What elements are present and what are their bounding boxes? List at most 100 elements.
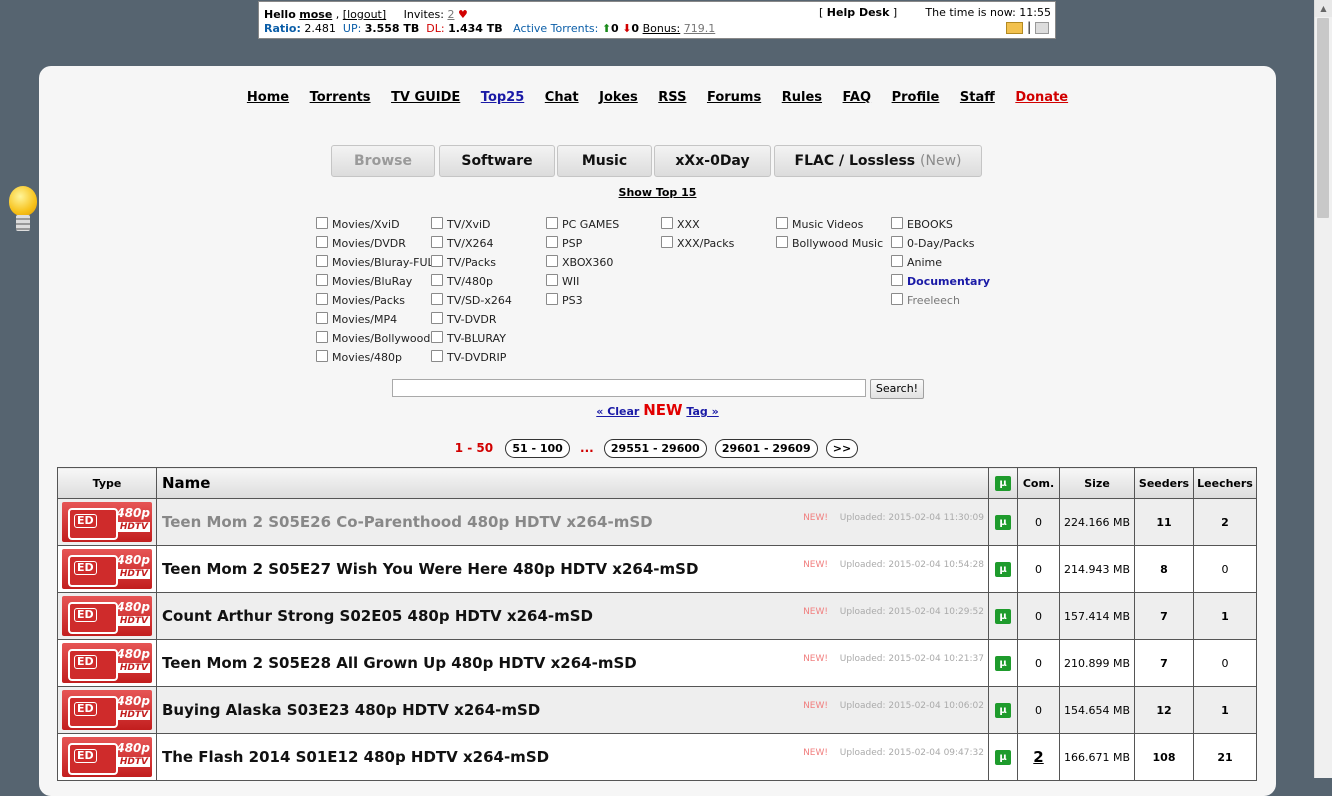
seeders-cell[interactable]: 8 (1134, 545, 1194, 593)
utorrent-download-icon[interactable]: µ (995, 514, 1011, 530)
checkbox[interactable] (776, 217, 788, 229)
category-option[interactable]: EBOOKS (891, 217, 990, 236)
seeders-cell[interactable]: 11 (1134, 498, 1194, 546)
clear-new-tag-link[interactable]: « Clear NEW Tag » (39, 401, 1276, 419)
category-option[interactable]: Movies/Bollywood (316, 331, 440, 350)
torrent-name-link[interactable]: Count Arthur Strong S02E05 480p HDTV x26… (162, 607, 593, 625)
checkbox[interactable] (316, 255, 328, 267)
nav-staff[interactable]: Staff (960, 90, 995, 105)
checkbox[interactable] (546, 274, 558, 286)
seeders-cell[interactable]: 7 (1134, 592, 1194, 640)
nav-faq[interactable]: FAQ (843, 90, 872, 105)
col-seeders[interactable]: Seeders (1134, 467, 1194, 499)
checkbox[interactable] (891, 293, 903, 305)
category-option[interactable]: TV/X264 (431, 236, 512, 255)
type-cell[interactable]: ED 480p HDTV (57, 592, 157, 640)
category-option[interactable]: PC GAMES (546, 217, 619, 236)
username-link[interactable]: mose (299, 8, 332, 21)
hdtv-480p-icon[interactable]: ED 480p HDTV (62, 690, 152, 730)
type-cell[interactable]: ED 480p HDTV (57, 686, 157, 734)
table-row[interactable]: ED 480p HDTV Teen Mom 2 S05E28 All Grown U… (57, 639, 1257, 687)
seeders-cell[interactable]: 12 (1134, 686, 1194, 734)
help-desk-link[interactable]: [ Help Desk ] (819, 6, 897, 19)
category-option[interactable]: TV-BLURAY (431, 331, 512, 350)
page-link[interactable]: 51 - 100 (505, 439, 570, 458)
leechers-cell[interactable]: 0 (1193, 545, 1257, 593)
checkbox[interactable] (431, 293, 443, 305)
category-option[interactable]: TV/XviD (431, 217, 512, 236)
checkbox[interactable] (316, 350, 328, 362)
page-link[interactable]: 29551 - 29600 (603, 439, 707, 458)
flac-lossless-button[interactable]: FLAC / Lossless (New) (774, 145, 982, 177)
col-comments[interactable]: Com. (1017, 467, 1060, 499)
search-button[interactable]: Search! (870, 379, 924, 399)
nav-top25[interactable]: Top25 (481, 90, 524, 105)
checkbox[interactable] (316, 293, 328, 305)
bonus-label[interactable]: Bonus: (643, 22, 681, 35)
scroll-up-icon[interactable]: ▲ (1315, 0, 1332, 17)
torrent-name-link[interactable]: The Flash 2014 S01E12 480p HDTV x264-mSD (162, 748, 549, 766)
checkbox[interactable] (546, 236, 558, 248)
checkbox[interactable] (891, 274, 903, 286)
utorrent-download-icon[interactable]: µ (995, 655, 1011, 671)
type-cell[interactable]: ED 480p HDTV (57, 545, 157, 593)
table-row[interactable]: ED 480p HDTV The Flash 2014 S01E12 480p HD… (57, 733, 1257, 781)
utorrent-download-icon[interactable]: µ (995, 608, 1011, 624)
bonus-value[interactable]: 719.1 (684, 22, 716, 35)
comments-link[interactable]: 2 (1033, 748, 1043, 766)
hdtv-480p-icon[interactable]: ED 480p HDTV (62, 596, 152, 636)
nav-rules[interactable]: Rules (782, 90, 822, 105)
search-input[interactable] (392, 379, 866, 397)
hdtv-480p-icon[interactable]: ED 480p HDTV (62, 549, 152, 589)
checkbox[interactable] (546, 255, 558, 267)
nav-profile[interactable]: Profile (892, 90, 940, 105)
table-row[interactable]: ED 480p HDTV Teen Mom 2 S05E26 Co-Parentho… (57, 498, 1257, 546)
hdtv-480p-icon[interactable]: ED 480p HDTV (62, 643, 152, 683)
category-option[interactable]: WII (546, 274, 619, 293)
invites-count[interactable]: 2 (447, 8, 454, 21)
nav-chat[interactable]: Chat (545, 90, 579, 105)
checkbox[interactable] (316, 274, 328, 286)
checkbox[interactable] (316, 236, 328, 248)
category-option[interactable]: XXX/Packs (661, 236, 734, 255)
seeders-cell[interactable]: 108 (1134, 733, 1194, 781)
checkbox[interactable] (776, 236, 788, 248)
torrent-name-link[interactable]: Teen Mom 2 S05E28 All Grown Up 480p HDTV… (162, 654, 637, 672)
category-option[interactable]: Music Videos (776, 217, 883, 236)
checkbox[interactable] (891, 236, 903, 248)
page-scrollbar[interactable]: ▲ (1314, 0, 1332, 778)
category-option[interactable]: Movies/MP4 (316, 312, 440, 331)
leechers-cell[interactable]: 2 (1193, 498, 1257, 546)
col-leechers[interactable]: Leechers (1193, 467, 1257, 499)
nav-tv-guide[interactable]: TV GUIDE (391, 90, 460, 105)
category-option[interactable]: XBOX360 (546, 255, 619, 274)
category-option[interactable]: Movies/480p (316, 350, 440, 369)
leechers-cell[interactable]: 21 (1193, 733, 1257, 781)
category-option[interactable]: Movies/BluRay (316, 274, 440, 293)
checkbox[interactable] (661, 217, 673, 229)
leechers-cell[interactable]: 0 (1193, 639, 1257, 687)
checkbox[interactable] (316, 312, 328, 324)
lightbulb-icon[interactable] (8, 186, 38, 234)
seeders-cell[interactable]: 7 (1134, 639, 1194, 687)
table-row[interactable]: ED 480p HDTV Count Arthur Strong S02E05 48… (57, 592, 1257, 640)
category-option[interactable]: Movies/DVDR (316, 236, 440, 255)
category-option[interactable]: Anime (891, 255, 990, 274)
category-option[interactable]: XXX (661, 217, 734, 236)
scroll-thumb[interactable] (1317, 18, 1329, 218)
checkbox[interactable] (431, 236, 443, 248)
col-type[interactable]: Type (57, 467, 157, 499)
nav-home[interactable]: Home (247, 90, 289, 105)
category-option[interactable]: Movies/Packs (316, 293, 440, 312)
nav-rss[interactable]: RSS (658, 90, 686, 105)
mail-icon[interactable] (1006, 21, 1024, 34)
utorrent-download-icon[interactable]: µ (995, 561, 1011, 577)
checkbox[interactable] (891, 217, 903, 229)
category-option[interactable]: Documentary (891, 274, 990, 293)
show-top-link[interactable]: Show Top 15 (39, 186, 1276, 199)
category-option[interactable]: Bollywood Music (776, 236, 883, 255)
checkbox[interactable] (546, 293, 558, 305)
table-row[interactable]: ED 480p HDTV Buying Alaska S03E23 480p HDT… (57, 686, 1257, 734)
hdtv-480p-icon[interactable]: ED 480p HDTV (62, 737, 152, 777)
category-option[interactable]: TV/480p (431, 274, 512, 293)
